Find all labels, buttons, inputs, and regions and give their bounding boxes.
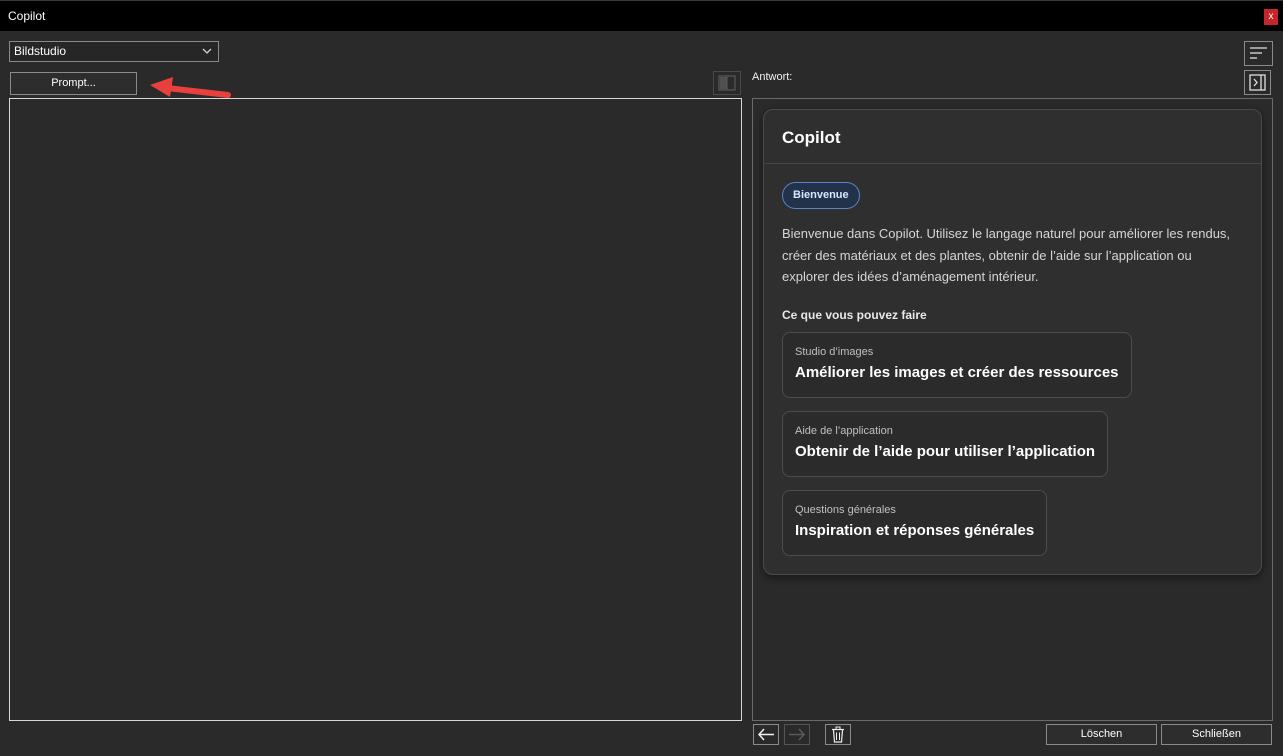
option-category: Studio d’images bbox=[795, 346, 874, 358]
collapse-panel-button[interactable] bbox=[1244, 70, 1271, 95]
option-general-questions[interactable]: Questions générales Inspiration et répon… bbox=[782, 490, 1048, 556]
option-action: Inspiration et réponses générales bbox=[795, 522, 1035, 539]
trash-icon bbox=[832, 726, 844, 743]
collapse-panel-icon bbox=[1249, 74, 1266, 91]
copilot-card: Copilot Bienvenue Bienvenue dans Copilot… bbox=[763, 109, 1262, 575]
arrow-right-icon bbox=[789, 728, 806, 741]
option-category: Questions générales bbox=[795, 504, 896, 516]
arrow-left-icon bbox=[757, 728, 774, 741]
filter-lines-icon bbox=[1250, 47, 1267, 59]
window-title: Copilot bbox=[8, 9, 46, 23]
option-action: Améliorer les images et créer des ressou… bbox=[795, 364, 1119, 381]
close-button[interactable]: Schließen bbox=[1161, 724, 1272, 745]
mode-select[interactable]: Bildstudio bbox=[9, 41, 219, 62]
chevron-down-icon bbox=[202, 48, 212, 54]
title-bar: Copilot x bbox=[0, 0, 1283, 31]
mode-select-value: Bildstudio bbox=[14, 44, 67, 58]
back-button[interactable] bbox=[753, 724, 779, 745]
prompt-panel[interactable] bbox=[9, 98, 742, 721]
menu-button[interactable] bbox=[1244, 41, 1273, 66]
forward-button[interactable] bbox=[784, 724, 810, 745]
welcome-badge: Bienvenue bbox=[782, 182, 860, 209]
intro-text: Bienvenue dans Copilot. Utilisez le lang… bbox=[782, 226, 1231, 284]
option-action: Obtenir de l’aide pour utiliser l’applic… bbox=[795, 443, 1096, 460]
trash-button[interactable] bbox=[825, 724, 851, 745]
card-title: Copilot bbox=[782, 128, 841, 147]
option-image-studio[interactable]: Studio d’images Améliorer les images et … bbox=[782, 332, 1132, 398]
option-category: Aide de l’application bbox=[795, 425, 893, 437]
section-heading: Ce que vous pouvez faire bbox=[782, 308, 927, 322]
delete-button[interactable]: Löschen bbox=[1046, 724, 1157, 745]
close-window-button[interactable]: x bbox=[1264, 9, 1278, 25]
prompt-button[interactable]: Prompt... bbox=[10, 72, 137, 95]
split-view-icon[interactable] bbox=[713, 71, 741, 95]
answer-label: Antwort: bbox=[752, 71, 793, 83]
option-app-help[interactable]: Aide de l’application Obtenir de l’aide … bbox=[782, 411, 1109, 477]
